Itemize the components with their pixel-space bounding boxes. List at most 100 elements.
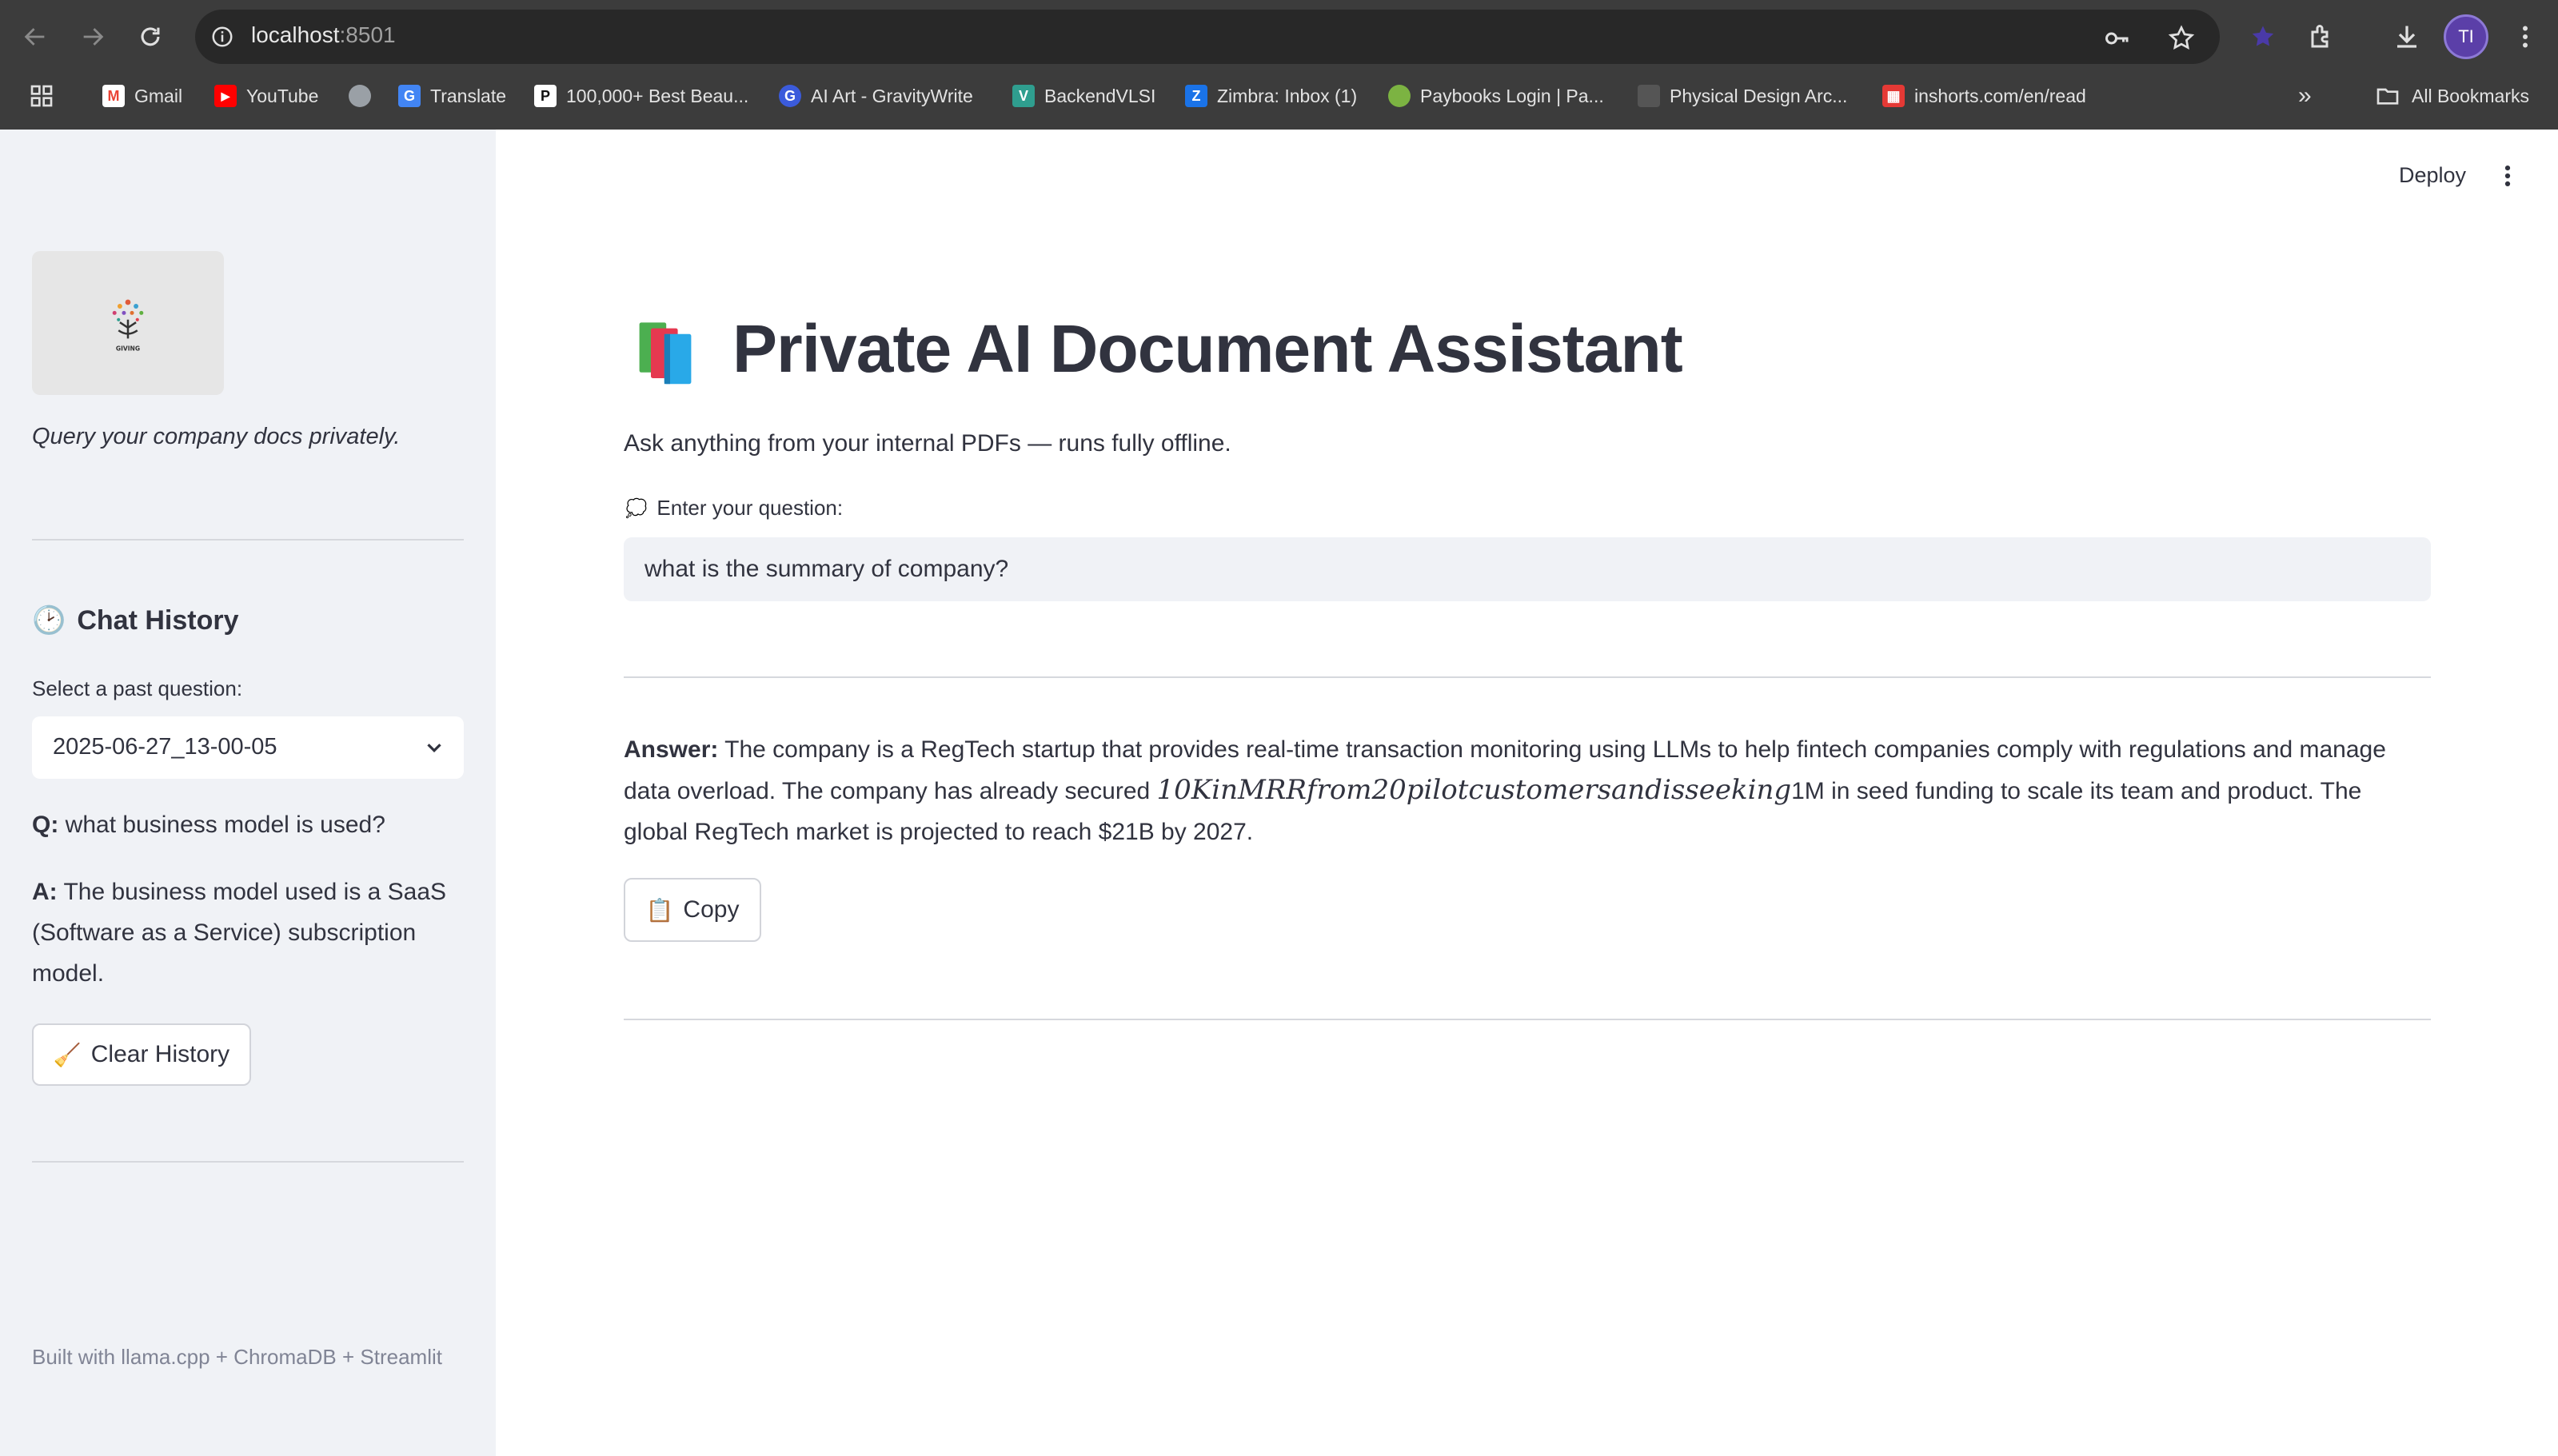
bookmark-gravitywrite[interactable]: G AI Art - GravityWrite	[779, 74, 973, 118]
bookmark-label: Translate	[430, 85, 507, 106]
url-text: localhost:8501	[251, 22, 396, 48]
history-answer: A: The business model used is a SaaS (So…	[32, 872, 464, 994]
bookmark-zimbra[interactable]: Z Zimbra: Inbox (1)	[1185, 74, 1357, 118]
bookmark-inshorts[interactable]: ▦ inshorts.com/en/read	[1882, 74, 2086, 118]
folder-icon	[2376, 88, 2399, 105]
forward-button[interactable]	[74, 18, 112, 56]
question-label: 💭 Enter your question:	[625, 496, 843, 521]
deploy-button[interactable]: Deploy	[2399, 163, 2466, 188]
history-question: Q: what business model is used?	[32, 804, 464, 845]
bookmark-label: Physical Design Arc...	[1670, 85, 1848, 106]
apps-grid-icon[interactable]	[29, 74, 54, 118]
url-port: :8501	[339, 22, 396, 47]
clipboard-icon: 📋	[645, 897, 674, 923]
page-title: Private AI Document Assistant	[632, 310, 1683, 388]
pexels-icon: P	[534, 85, 557, 107]
main-divider	[624, 676, 2431, 678]
bookmark-label: inshorts.com/en/read	[1914, 85, 2086, 106]
browser-chrome: localhost:8501 TI M Gmail ▶ YouTube G Trans…	[0, 0, 2558, 130]
password-key-icon[interactable]	[2103, 24, 2132, 53]
globe-icon	[349, 85, 371, 107]
gravitywrite-icon: G	[779, 85, 801, 107]
gmail-icon: M	[102, 85, 125, 107]
profile-avatar[interactable]: TI	[2444, 14, 2488, 59]
company-logo: GIVING	[32, 251, 224, 395]
sidebar-tagline: Query your company docs privately.	[32, 424, 401, 449]
answer-block: Answer: The company is a RegTech startup…	[624, 729, 2431, 852]
answer-prefix: A:	[32, 879, 58, 905]
bookmark-label: Gmail	[134, 85, 183, 106]
books-icon	[639, 321, 692, 384]
bookmark-pexels[interactable]: P 100,000+ Best Beau...	[534, 74, 748, 118]
backendvlsi-icon: V	[1012, 85, 1035, 107]
copy-button[interactable]: 📋 Copy	[624, 878, 761, 942]
bookmark-paybooks[interactable]: Paybooks Login | Pa...	[1388, 74, 1604, 118]
bookmark-label: AI Art - GravityWrite	[811, 85, 973, 106]
browser-toolbar: localhost:8501 TI	[0, 0, 2558, 74]
copy-label: Copy	[683, 896, 740, 923]
page-subtitle: Ask anything from your internal PDFs — r…	[624, 430, 1231, 457]
bookmark-label: 100,000+ Best Beau...	[566, 85, 749, 106]
clock-icon: 🕑	[32, 605, 66, 636]
bookmark-star-icon[interactable]	[2167, 24, 2196, 53]
chat-history-heading: 🕑 Chat History	[32, 604, 238, 636]
past-question-select[interactable]: 2025-06-27_13-00-05	[32, 716, 464, 779]
bookmark-youtube[interactable]: ▶ YouTube	[214, 74, 318, 118]
sidebar-divider	[32, 1161, 464, 1163]
bookmarks-overflow-icon[interactable]: »	[2298, 74, 2312, 118]
sidebar: GIVING Query your company docs privately…	[0, 130, 496, 1456]
bookmark-backendvlsi[interactable]: V BackendVLSI	[1012, 74, 1155, 118]
answer-math-rendered: 10KinMRRfrom20pilotcustomersandisseeking	[1156, 774, 1792, 806]
browser-menu-icon[interactable]	[2508, 19, 2543, 54]
select-value: 2025-06-27_13-00-05	[53, 734, 277, 760]
address-bar[interactable]: localhost:8501	[195, 10, 2220, 64]
broom-icon: 🧹	[53, 1042, 82, 1067]
bookmark-label: YouTube	[246, 85, 319, 106]
google-translate-icon: G	[398, 85, 421, 107]
bookmark-label: Zimbra: Inbox (1)	[1217, 85, 1358, 106]
logo-text: GIVING	[116, 345, 140, 352]
app-menu-icon[interactable]	[2493, 160, 2522, 192]
site-info-icon[interactable]	[205, 19, 240, 54]
chevron-down-icon	[427, 744, 441, 753]
zimbra-icon: Z	[1185, 85, 1207, 107]
youtube-icon: ▶	[214, 85, 237, 107]
paybooks-icon	[1388, 85, 1411, 107]
sidebar-divider	[32, 539, 464, 541]
arrow-right-icon	[83, 28, 104, 46]
reload-icon	[141, 27, 160, 46]
giving-tree-logo: GIVING	[112, 299, 144, 352]
question-input[interactable]	[624, 537, 2431, 601]
all-bookmarks-label: All Bookmarks	[2412, 85, 2529, 106]
download-icon[interactable]	[2389, 19, 2424, 54]
bookmark-label: Paybooks Login | Pa...	[1420, 85, 1604, 106]
select-label: Select a past question:	[32, 676, 243, 700]
page-title-text: Private AI Document Assistant	[732, 311, 1683, 386]
main-divider	[624, 1019, 2431, 1020]
bookmark-globe[interactable]	[349, 74, 381, 118]
question-prefix: Q:	[32, 812, 59, 838]
question-label-text: Enter your question:	[656, 496, 844, 520]
reload-button[interactable]	[131, 18, 170, 56]
bookmark-translate[interactable]: G Translate	[398, 74, 506, 118]
question-text: what business model is used?	[65, 812, 385, 838]
arrow-left-icon	[24, 28, 45, 46]
clear-history-button[interactable]: 🧹 Clear History	[32, 1023, 251, 1086]
inshorts-icon: ▦	[1882, 85, 1905, 107]
extension-star-icon[interactable]	[2245, 19, 2281, 54]
all-bookmarks-button[interactable]: All Bookmarks	[2375, 74, 2529, 118]
answer-label: Answer:	[624, 736, 719, 763]
url-host: localhost	[251, 22, 340, 47]
answer-text: The business model used is a SaaS (Softw…	[32, 879, 447, 987]
extensions-puzzle-icon[interactable]	[2305, 19, 2340, 54]
document-icon	[1638, 85, 1660, 107]
bookmark-gmail[interactable]: M Gmail	[102, 74, 182, 118]
bookmark-label: BackendVLSI	[1044, 85, 1156, 106]
speech-bubble-icon: 💭	[625, 497, 648, 518]
bookmarks-bar: M Gmail ▶ YouTube G Translate P 100,000+ Bes…	[0, 74, 2558, 130]
built-with-note: Built with llama.cpp + ChromaDB + Stream…	[32, 1345, 442, 1369]
chat-history-title: Chat History	[77, 604, 239, 636]
bookmark-physical-design[interactable]: Physical Design Arc...	[1638, 74, 1847, 118]
back-button[interactable]	[16, 18, 54, 56]
clear-history-label: Clear History	[90, 1041, 230, 1067]
